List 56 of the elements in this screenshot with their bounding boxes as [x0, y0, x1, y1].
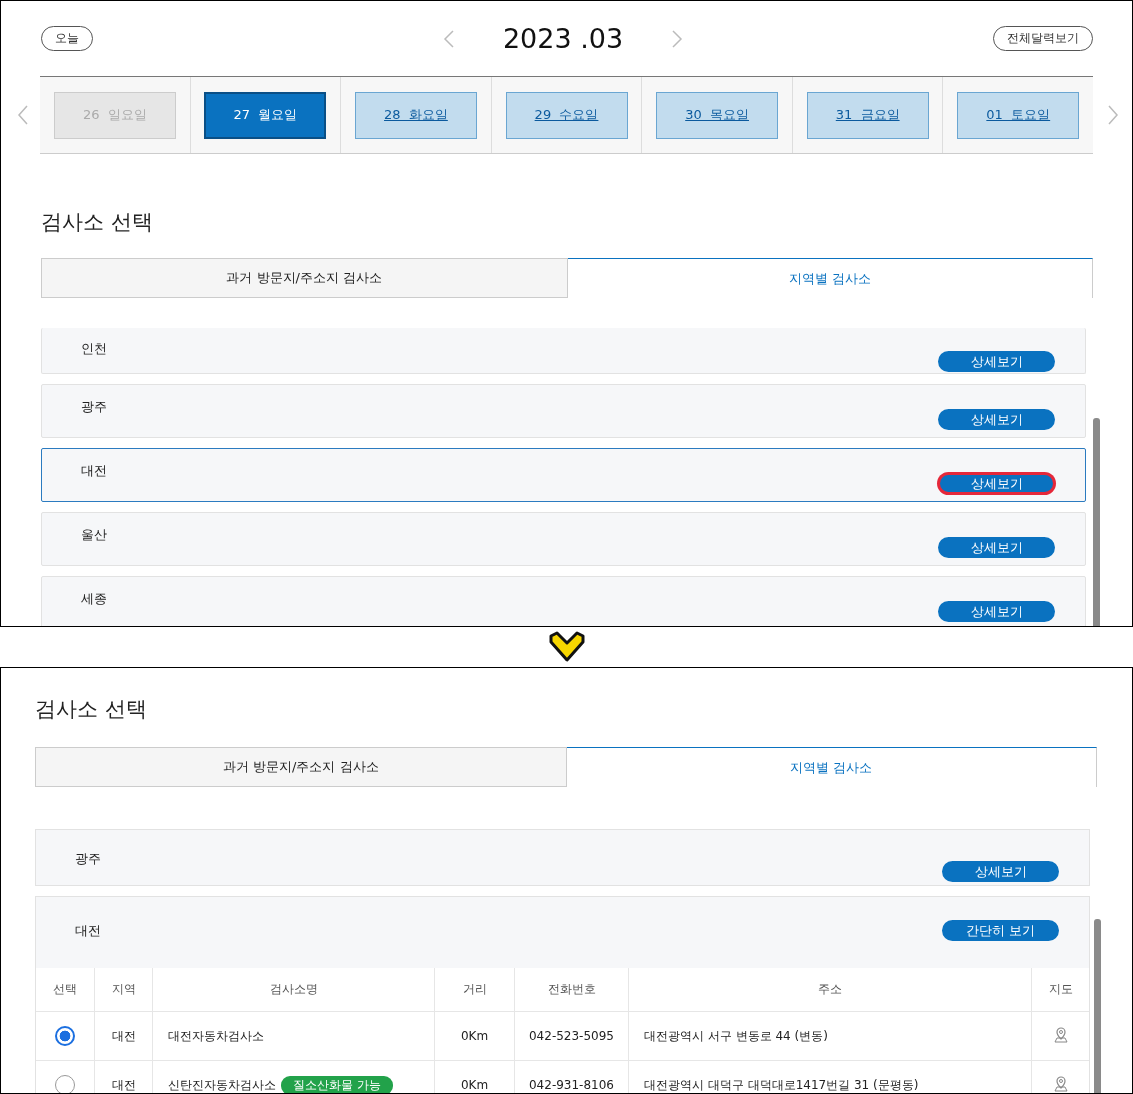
- column-header: 검사소명: [152, 968, 435, 1012]
- date-button[interactable]: 28 화요일: [354, 91, 477, 139]
- table-cell: 대전광역시 서구 변동로 44 (변동): [628, 1011, 1032, 1061]
- table-cell: 042-523-5095: [514, 1011, 629, 1061]
- region-name: 광주: [81, 398, 107, 416]
- region-row[interactable]: 세종 상세보기: [41, 576, 1086, 626]
- date-button[interactable]: 01 토요일: [957, 91, 1080, 139]
- table-cell: 대전: [94, 1011, 153, 1061]
- column-header: 지도: [1031, 968, 1089, 1012]
- detail-button[interactable]: 상세보기: [938, 601, 1055, 622]
- radio-button[interactable]: [55, 1026, 75, 1046]
- tab[interactable]: 지역별 검사소: [567, 258, 1093, 298]
- detail-button[interactable]: 상세보기: [938, 409, 1055, 430]
- tab[interactable]: 지역별 검사소: [566, 747, 1097, 787]
- date-button[interactable]: 29 수요일: [505, 91, 628, 139]
- previous-week-icon[interactable]: [17, 104, 29, 126]
- map-pin-icon[interactable]: [1052, 1026, 1069, 1043]
- column-header: 전화번호: [514, 968, 629, 1012]
- map-pin-icon[interactable]: [1052, 1075, 1069, 1092]
- date-button[interactable]: 30 목요일: [656, 91, 779, 139]
- region-row[interactable]: 대전 상세보기: [41, 448, 1086, 502]
- toggle-view-button[interactable]: 상세보기: [942, 861, 1059, 882]
- region-name: 대전: [75, 922, 101, 940]
- detail-button[interactable]: 상세보기: [938, 473, 1055, 494]
- tab[interactable]: 과거 방문지/주소지 검사소: [35, 747, 567, 787]
- full-calendar-button[interactable]: 전체달력보기: [993, 26, 1093, 51]
- section-title: 검사소 선택: [35, 696, 148, 723]
- column-header: 주소: [628, 968, 1032, 1012]
- region-row[interactable]: 광주 상세보기: [41, 384, 1086, 438]
- region-name: 울산: [81, 526, 107, 544]
- column-header: 선택: [36, 968, 95, 1012]
- tag: 질소산화물 가능: [281, 1075, 393, 1093]
- today-button[interactable]: 오늘: [41, 26, 93, 51]
- next-week-icon[interactable]: [1107, 104, 1119, 126]
- region-row[interactable]: 울산 상세보기: [41, 512, 1086, 566]
- region-name: 인천: [81, 340, 107, 358]
- region-name: 광주: [75, 850, 101, 868]
- date-button[interactable]: 31 금요일: [806, 91, 929, 139]
- region-row[interactable]: 인천 상세보기: [41, 328, 1086, 374]
- column-header: 거리: [434, 968, 515, 1012]
- detail-button[interactable]: 상세보기: [938, 351, 1055, 372]
- previous-month-icon[interactable]: [442, 28, 455, 49]
- station-name: 대전자동차검사소: [168, 1028, 264, 1043]
- region-name: 대전: [81, 462, 107, 480]
- next-month-icon[interactable]: [671, 28, 684, 49]
- radio-button[interactable]: [55, 1075, 75, 1093]
- region-name: 세종: [81, 590, 107, 608]
- tab[interactable]: 과거 방문지/주소지 검사소: [41, 258, 568, 298]
- toggle-view-button[interactable]: 간단히 보기: [942, 920, 1059, 941]
- column-header: 지역: [94, 968, 153, 1012]
- date-button[interactable]: 27 월요일: [204, 91, 327, 139]
- month-title: 2023 .03: [502, 23, 624, 54]
- table-cell: 0Km: [434, 1011, 515, 1061]
- station-name: 신탄진자동차검사소: [168, 1077, 276, 1092]
- detail-button[interactable]: 상세보기: [938, 537, 1055, 558]
- section-title: 검사소 선택: [41, 209, 154, 236]
